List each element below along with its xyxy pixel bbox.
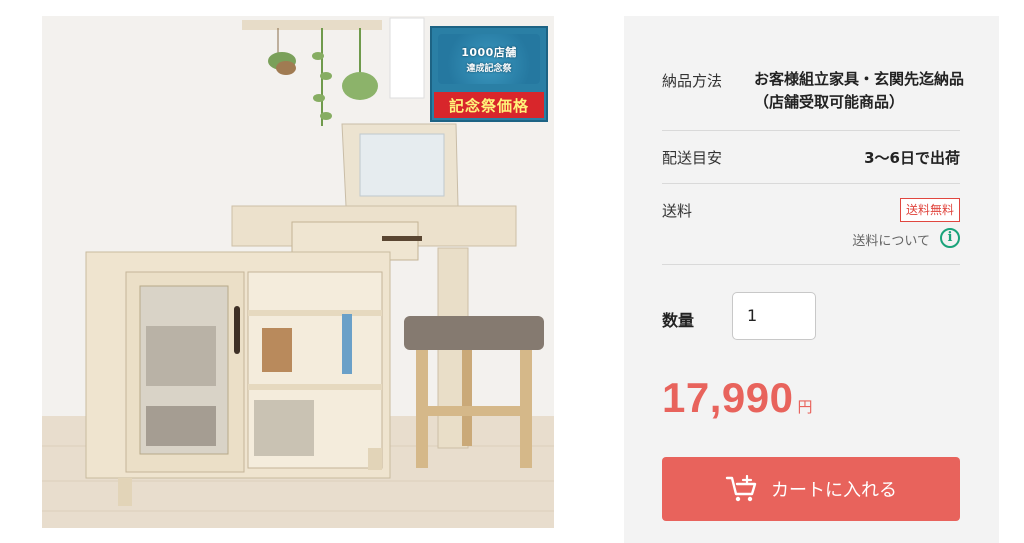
- delivery-method-label: 納品方法: [662, 72, 723, 90]
- badge-emblem: 1000店舗 達成記念祭: [438, 34, 540, 84]
- quantity-label: 数量: [662, 311, 695, 330]
- anniversary-badge: 1000店舗 達成記念祭 記念祭価格: [430, 26, 548, 122]
- eta-row: 配送目安 3〜6日で出荷: [662, 131, 960, 184]
- eta-value: 3〜6日で出荷: [864, 149, 960, 167]
- cart-add-icon: [725, 475, 757, 502]
- shipping-info-link[interactable]: 送料について: [852, 230, 930, 249]
- price-amount: 17,990: [662, 374, 794, 421]
- shipping-label: 送料: [662, 202, 693, 220]
- badge-banner: 記念祭価格: [434, 92, 544, 118]
- product-image: 1000店舗 達成記念祭 記念祭価格: [42, 16, 554, 528]
- quantity-input[interactable]: 1: [732, 292, 816, 340]
- info-icon[interactable]: i: [940, 228, 960, 248]
- badge-line2: 達成記念祭: [466, 64, 512, 74]
- add-to-cart-label: カートに入れる: [771, 480, 897, 501]
- purchase-panel: 納品方法 お客様組立家具・玄関先迄納品（店舗受取可能商品） 配送目安 3〜6日で…: [624, 16, 999, 543]
- price-unit: 円: [797, 398, 813, 416]
- price: 17,990 円: [662, 374, 813, 422]
- add-to-cart-button[interactable]: カートに入れる: [662, 457, 960, 521]
- shipping-row: 送料 送料無料 送料について i: [662, 184, 960, 265]
- eta-label: 配送目安: [662, 149, 723, 167]
- delivery-method-row: 納品方法 お客様組立家具・玄関先迄納品（店舗受取可能商品）: [662, 64, 964, 131]
- delivery-method-value: お客様組立家具・玄関先迄納品（店舗受取可能商品）: [754, 70, 965, 111]
- free-shipping-badge: 送料無料: [899, 198, 960, 222]
- badge-line1: 1000店舗: [461, 46, 517, 59]
